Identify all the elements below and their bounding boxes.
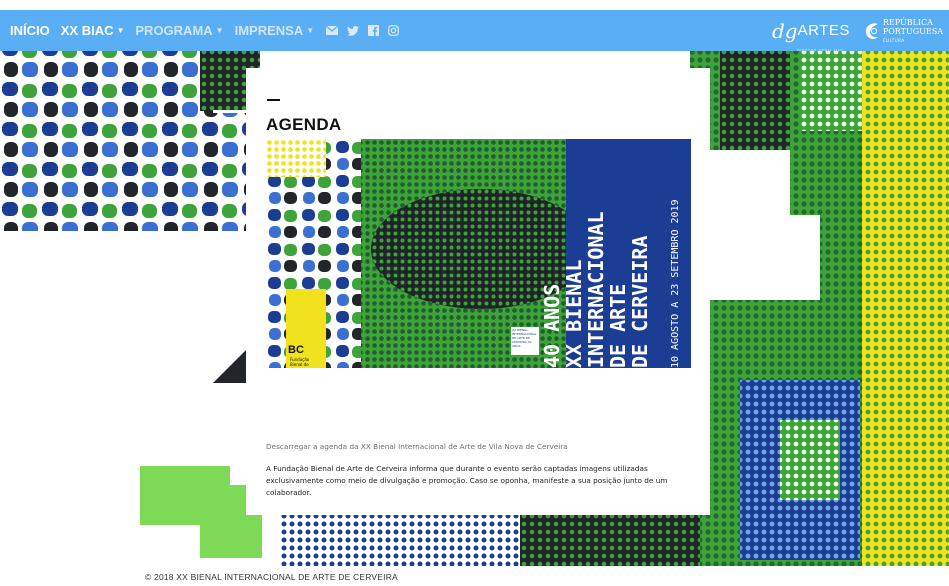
email-icon[interactable] [326,26,339,35]
poster-dates: 10 AGOSTO A 23 SETEMBRO 2019 [670,199,681,368]
nav-item-inicio[interactable]: INÍCIO [10,23,50,38]
partner-logos: dgARTES DIREÇÃO-GERAL DAS ARTES REPÚBLIC… [772,10,949,59]
footer-copyright: © 2018 XX BIENAL INTERNACIONAL DE ARTE D… [145,572,398,582]
poster-logo-text: Fundação Bienal de [290,357,310,367]
twitter-icon[interactable] [347,25,360,36]
nav-item-xx-biac-label: XX BIAC [60,23,114,38]
republica-sub: CULTURA [882,38,905,43]
top-navbar: INÍCIO XX BIAC ▼ PROGRAMA ▼ IMPRENSA ▼ dg AR… [0,10,949,59]
republica-portuguesa-logo[interactable]: REPÚBLICA PORTUGUESA CULTURA [864,18,943,43]
nav-item-imprensa[interactable]: IMPRENSA ▼ [235,23,315,38]
social-links [326,25,400,36]
instagram-icon[interactable] [388,25,400,36]
dgartes-logo[interactable]: dgARTES DIREÇÃO-GERAL DAS ARTES [772,18,850,59]
chevron-down-icon: ▼ [116,26,125,35]
agenda-title: AGENDA [266,115,342,134]
poster-title-line: 40 ANOS [540,283,564,368]
agenda-poster-image[interactable]: BC Fundação Bienal de XX BIENAL INTERNAC… [266,139,691,368]
republica-emblem-icon [865,22,878,39]
agenda-card: AGENDA BC Fundação Bienal de XX BIENAL I… [246,68,710,515]
facebook-icon[interactable] [368,25,380,36]
dgartes-logo-script: dg [772,18,798,43]
dgartes-logo-name: ARTES [797,21,850,39]
republica-line2: PORTUGUESA [882,27,943,36]
chevron-down-icon: ▼ [306,26,315,35]
republica-line1: REPÚBLICA [882,18,933,27]
nav-item-imprensa-label: IMPRENSA [234,23,304,38]
poster-title-line: INTERNACIONAL [584,211,608,368]
poster-title: 40 ANOS XX BIENAL INTERNACIONAL DE ARTE … [540,139,652,368]
nav-item-xx-biac[interactable]: XX BIAC ▼ [61,23,125,38]
image-capture-notice: A Fundação Bienal de Arte de Cerveira in… [266,464,668,497]
poster-title-line: DE ARTE [606,283,630,368]
poster-title-line: DE CERVEIRA [628,235,652,368]
poster-title-line: XX BIENAL [562,259,586,368]
poster-small-label: XX BIENAL INTERNACIONAL DE ARTE DE CERVE… [511,327,539,355]
poster-logo-initials: BC [288,344,304,356]
title-rule [267,99,280,101]
download-agenda-link[interactable]: Descarregar a agenda da XX Bienal Intern… [266,442,568,451]
nav-item-programa[interactable]: PROGRAMA ▼ [135,23,223,38]
nav-item-programa-label: PROGRAMA [135,23,213,38]
chevron-down-icon: ▼ [215,26,224,35]
